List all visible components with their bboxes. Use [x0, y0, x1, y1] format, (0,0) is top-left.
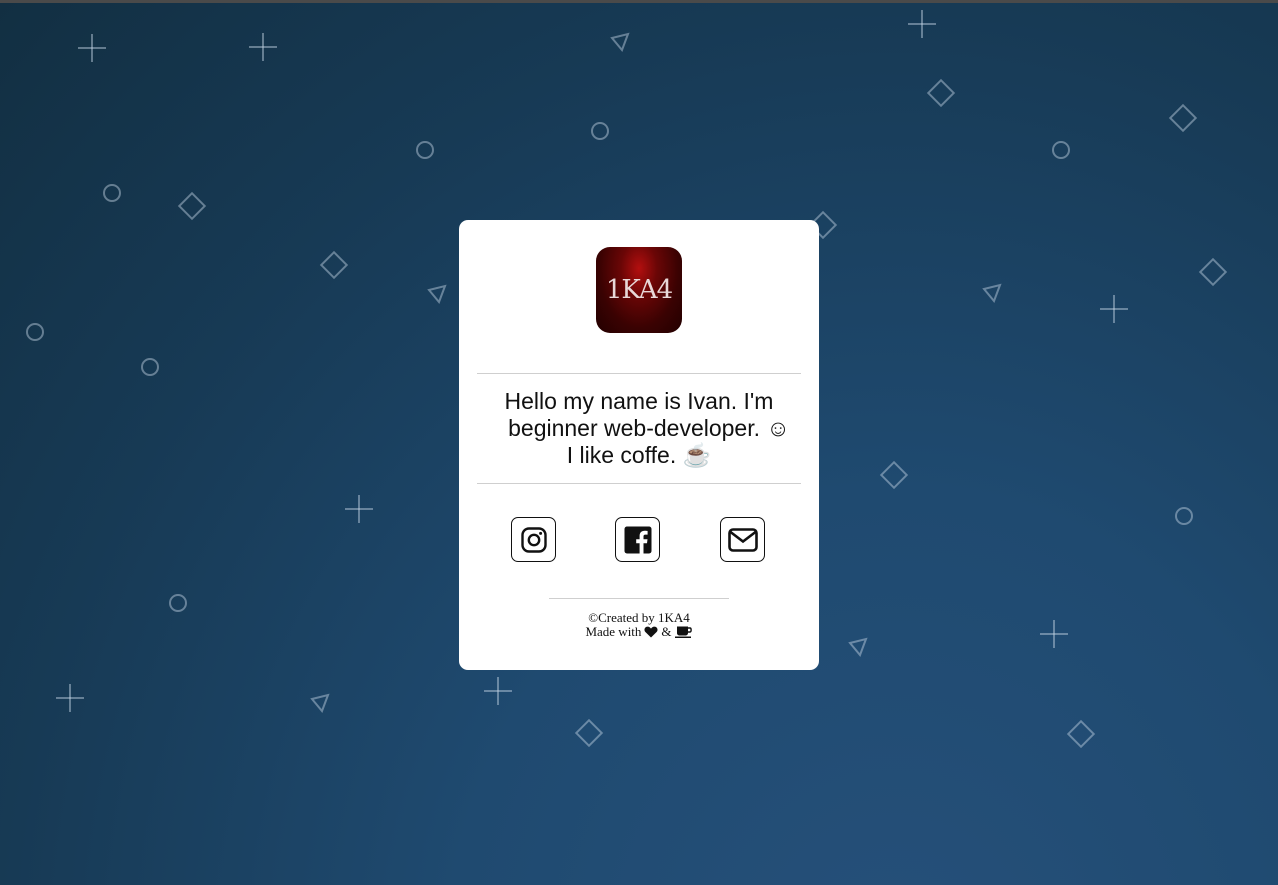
footer-divider — [549, 598, 729, 599]
plus-shape — [249, 33, 277, 61]
instagram-button[interactable] — [511, 517, 556, 562]
triangle-shape — [982, 283, 1002, 303]
circle-shape — [591, 122, 609, 140]
plus-shape — [1100, 295, 1128, 323]
coffee-cup-icon — [674, 626, 692, 638]
circle-shape — [416, 141, 434, 159]
divider-bottom — [477, 483, 801, 484]
logo-text: 1KA4 — [605, 275, 673, 305]
circle-shape — [141, 358, 159, 376]
diamond-shape — [574, 718, 604, 748]
triangle-shape — [848, 637, 868, 657]
plus-shape — [78, 34, 106, 62]
email-button[interactable] — [720, 517, 765, 562]
bio-line: beginner web-developer. ☺ — [508, 415, 790, 441]
triangle-shape — [427, 284, 447, 304]
diamond-shape — [879, 460, 909, 490]
diamond-shape — [1168, 103, 1198, 133]
diamond-shape — [319, 250, 349, 280]
profile-card: 1KA4 Hello my name is Ivan. I'm beginner… — [459, 220, 819, 670]
circle-shape — [1175, 507, 1193, 525]
instagram-icon — [520, 526, 547, 553]
diamond-shape — [926, 78, 956, 108]
mail-icon — [727, 527, 758, 552]
bio-text: Hello my name is Ivan. I'm beginner web-… — [479, 388, 799, 469]
triangle-shape — [310, 693, 330, 713]
plus-shape — [345, 495, 373, 523]
diamond-shape — [1198, 257, 1228, 287]
triangle-shape — [610, 32, 630, 52]
window-top-bar — [0, 0, 1278, 3]
plus-shape — [484, 677, 512, 705]
made-with-line: Made with & — [585, 625, 692, 639]
circle-shape — [1052, 141, 1070, 159]
bio-line: I like coffe. ☕ — [566, 442, 712, 468]
circle-shape — [26, 323, 44, 341]
facebook-button[interactable] — [615, 517, 660, 562]
heart-icon — [644, 626, 658, 638]
copyright-text: ©Created by 1KA4 — [588, 610, 690, 625]
plus-shape — [1040, 620, 1068, 648]
divider-top — [477, 373, 801, 374]
plus-shape — [908, 10, 936, 38]
circle-shape — [103, 184, 121, 202]
diamond-shape — [1066, 719, 1096, 749]
diamond-shape — [177, 191, 207, 221]
facebook-icon — [624, 526, 651, 554]
avatar-logo: 1KA4 — [596, 247, 682, 333]
plus-shape — [56, 684, 84, 712]
footer: ©Created by 1KA4 Made with & — [459, 611, 819, 639]
made-with-text: Made with — [585, 624, 642, 639]
and-text: & — [661, 624, 672, 639]
circle-shape — [169, 594, 187, 612]
bio-line: Hello my name is Ivan. I'm — [504, 388, 774, 414]
